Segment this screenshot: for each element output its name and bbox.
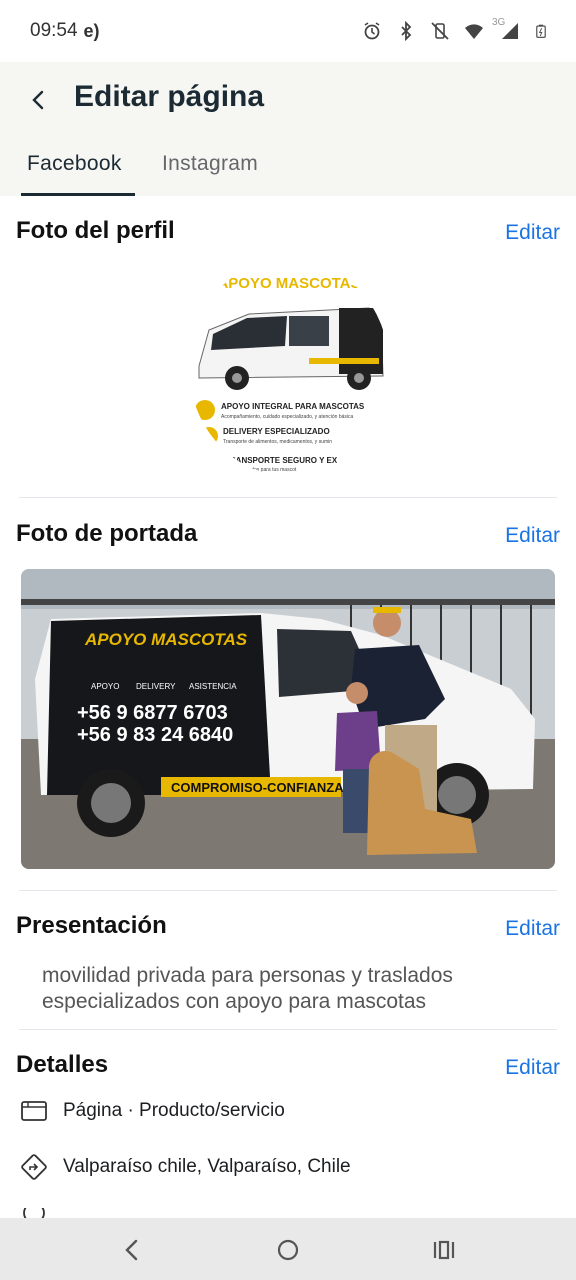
profile-item2-title: DELIVERY ESPECIALIZADO (223, 427, 330, 436)
battery-icon (536, 24, 546, 38)
wifi-icon (465, 24, 483, 39)
profile-item1-title: APOYO INTEGRAL PARA MASCOTAS (221, 402, 365, 411)
detail-location-text: Valparaíso chile, Valparaíso, Chile (63, 1156, 351, 1177)
page-header: Editar página Facebook Instagram (0, 62, 576, 196)
cover-phone-1: +56 9 6877 6703 (77, 702, 228, 724)
cover-brand: APOYO MASCOTAS (84, 630, 248, 649)
active-tab-indicator (21, 193, 135, 196)
profile-photo-title: Foto del perfil (16, 217, 175, 244)
page-icon (21, 1101, 47, 1121)
details-title: Detalles (16, 1051, 109, 1078)
profile-item2-sub: Transporte de alimentos, medicamentos, y… (223, 439, 332, 445)
profile-item3-title: TRANSPORTE SEGURO Y EX (225, 456, 338, 465)
divider (19, 497, 557, 498)
system-nav-bar (0, 1218, 576, 1280)
presentation-title: Presentación (16, 912, 167, 939)
profile-item1-sub: Acompañamiento, cuidado especializado, y… (221, 414, 354, 420)
cover-phone-2: +56 9 83 24 6840 (77, 724, 233, 746)
bluetooth-icon (401, 21, 412, 41)
detail-row-category: Página · Producto/servicio (19, 1096, 285, 1126)
edit-presentation-link[interactable]: Editar (505, 917, 560, 941)
profile-photo[interactable]: APOYO MASCOTAS APOYO INTEGRAL PARA MASCO… (189, 258, 389, 476)
directions-icon (21, 1154, 47, 1180)
edit-details-link[interactable]: Editar (505, 1056, 560, 1080)
detail-row-location: Valparaíso chile, Valparaíso, Chile (19, 1152, 351, 1182)
vibrate-off-icon (431, 22, 449, 40)
e-notification-icon: e) (83, 20, 100, 41)
detail-row-partial (19, 1208, 63, 1218)
status-time: 09:54 (30, 20, 78, 41)
status-bar: 09:54 e) 3G (0, 0, 576, 62)
alarm-icon (364, 22, 380, 40)
cover-photo[interactable]: COMPROMISO-CONFIANZA-AMOR APOYO MASCOTAS… (21, 569, 555, 869)
presentation-text: movilidad privada para personas y trasla… (42, 964, 453, 1013)
nav-recents-icon[interactable] (430, 1236, 458, 1264)
edit-profile-photo-link[interactable]: Editar (505, 221, 560, 245)
cover-label-asistencia: ASISTENCIA (189, 682, 237, 691)
cover-label-apoyo: APOYO (91, 682, 119, 691)
page-title: Editar página (74, 80, 265, 113)
profile-item3-sub: cómodos para tus mascot (239, 467, 297, 473)
detail-category-text: Página · Producto/servicio (63, 1100, 285, 1121)
partial-icon (23, 1208, 45, 1218)
nav-back-icon[interactable] (118, 1236, 146, 1264)
signal-icon: 3G (492, 17, 520, 41)
back-arrow-icon[interactable] (26, 86, 50, 114)
divider (19, 1029, 557, 1030)
divider (19, 890, 557, 891)
nav-home-icon[interactable] (274, 1236, 302, 1264)
tab-bar: Facebook Instagram (0, 144, 576, 196)
tab-facebook[interactable]: Facebook (27, 152, 122, 176)
cover-photo-title: Foto de portada (16, 520, 198, 547)
profile-headline: APOYO MASCOTAS (217, 275, 360, 292)
cover-label-delivery: DELIVERY (136, 682, 176, 691)
tab-instagram[interactable]: Instagram (162, 152, 258, 176)
edit-cover-photo-link[interactable]: Editar (505, 524, 560, 548)
